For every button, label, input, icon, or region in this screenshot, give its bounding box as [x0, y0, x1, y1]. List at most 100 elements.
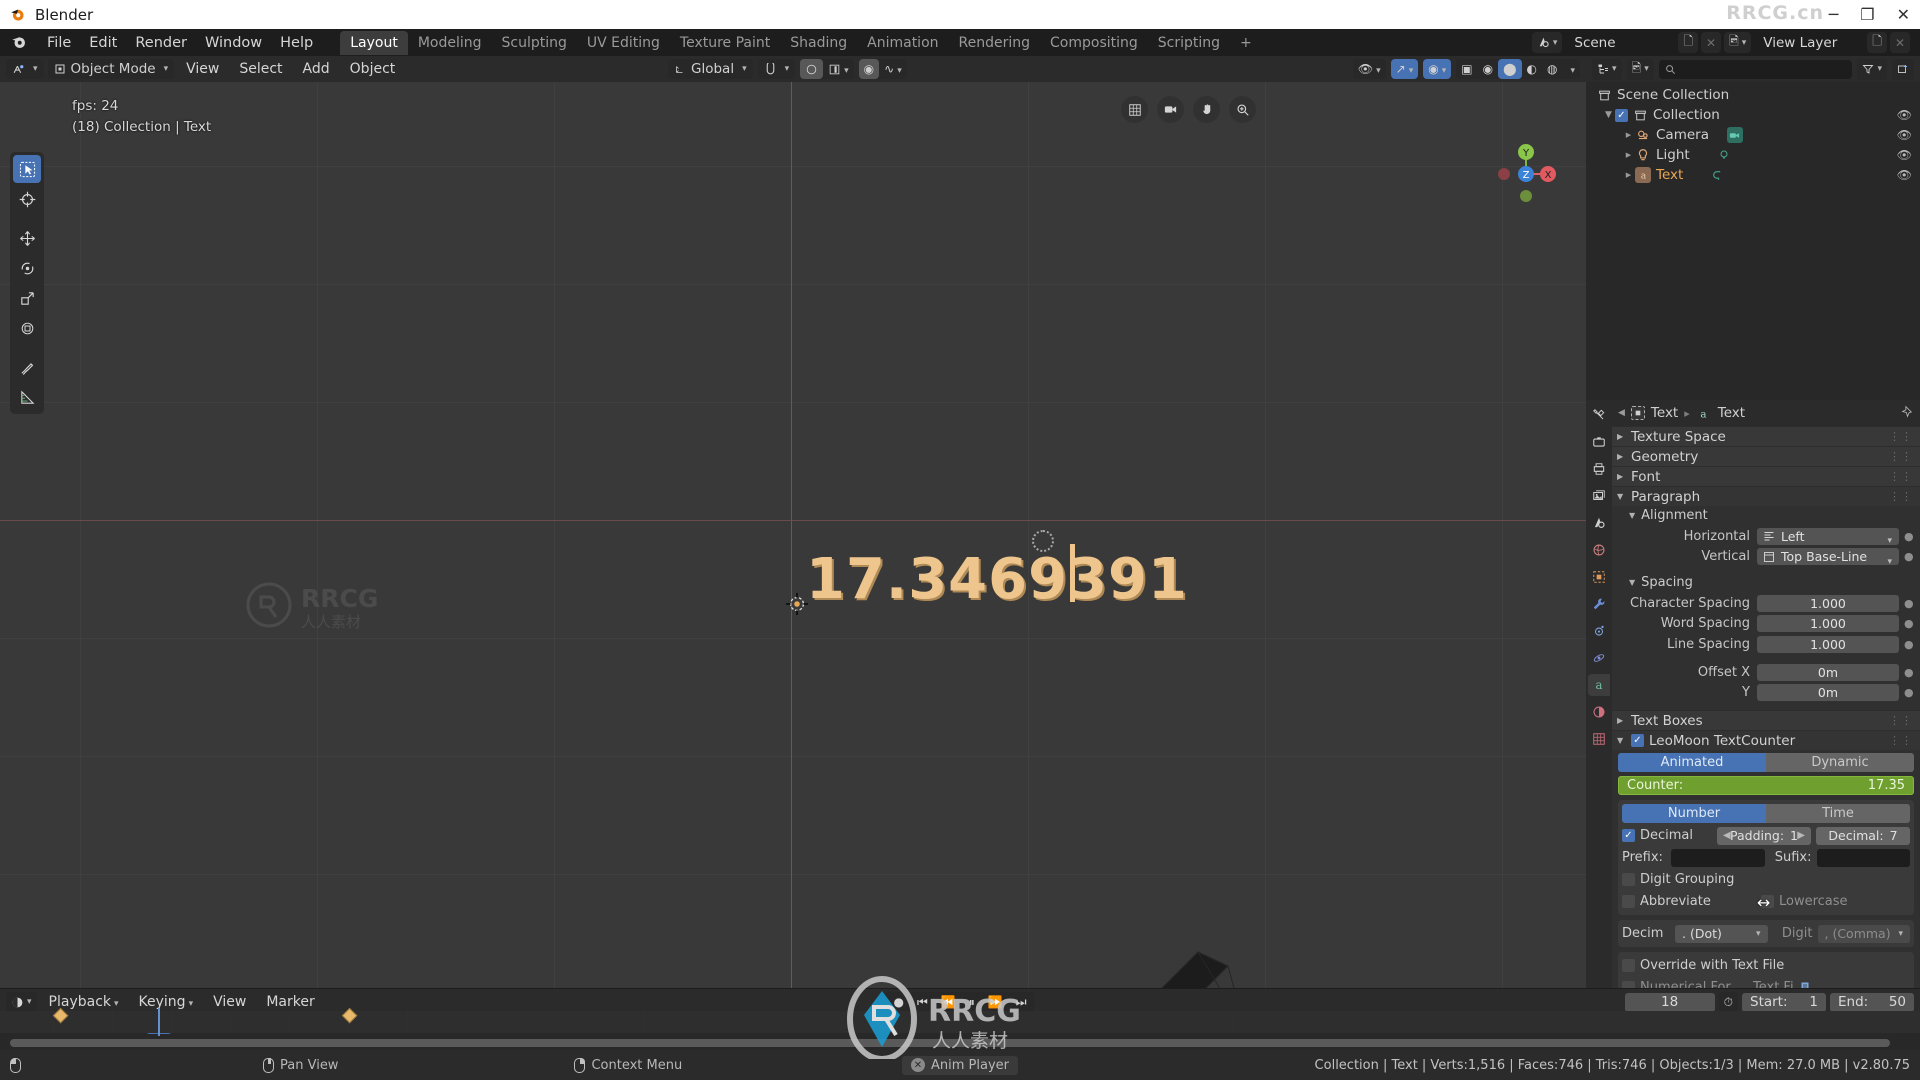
visibility-eye-icon[interactable]: 👁 — [1897, 168, 1912, 182]
jump-end-button[interactable]: ⏭ — [1011, 995, 1032, 1010]
camera-object-wireframe[interactable] — [1150, 944, 1260, 988]
view-axis-gizmo[interactable]: Y X Z — [1486, 134, 1566, 214]
visibility-eye-icon[interactable]: 👁 — [1897, 108, 1912, 122]
object-visibility-icon[interactable]: 👁 — [1353, 59, 1386, 79]
animate-dot-icon[interactable]: ● — [1904, 597, 1914, 610]
outliner-row-text[interactable]: ▶ a Text 👁 — [1586, 165, 1920, 185]
animate-dot-icon[interactable]: ● — [1904, 530, 1914, 543]
snap-magnet-icon[interactable] — [757, 59, 796, 79]
blender-menu-icon[interactable] — [10, 33, 30, 53]
object-tab[interactable] — [1588, 566, 1610, 588]
3d-viewport[interactable]: fps: 24 (18) Collection | Text Y X Z 17.… — [0, 82, 1586, 988]
type-time-button[interactable]: Time — [1766, 804, 1910, 823]
scale-tool[interactable] — [13, 284, 41, 312]
pan-view-icon[interactable] — [1193, 96, 1220, 123]
keyframe-marker[interactable] — [52, 1007, 69, 1024]
viewport-menu-select[interactable]: Select — [231, 59, 290, 79]
timeline-horizontal-scrollbar[interactable] — [10, 1039, 1890, 1047]
workspace-tab-animation[interactable]: Animation — [857, 31, 948, 55]
mode-dynamic-button[interactable]: Dynamic — [1766, 753, 1914, 772]
panel-leomoon-textcounter[interactable]: ▼ ✓ LeoMoon TextCounter ⋮⋮ — [1612, 730, 1920, 750]
snap-falloff-curve-icon[interactable]: ∿ — [879, 59, 907, 79]
workspace-tab-uv-editing[interactable]: UV Editing — [577, 31, 670, 55]
object-data-tab[interactable]: a — [1588, 674, 1610, 696]
rotate-tool[interactable] — [13, 254, 41, 282]
subpanel-spacing[interactable]: ▼ Spacing — [1612, 573, 1920, 592]
annotate-tool[interactable] — [13, 353, 41, 381]
text-object-3d[interactable]: 17.3469391 — [806, 547, 1188, 612]
visibility-eye-icon[interactable]: 👁 — [1897, 128, 1912, 142]
close-button[interactable]: ✕ — [1897, 5, 1910, 24]
breadcrumb-data-name[interactable]: Text — [1718, 405, 1745, 421]
stepper-left-arrow-icon[interactable]: ◀ — [1723, 830, 1731, 841]
texture-tab[interactable] — [1588, 728, 1610, 750]
scene-name-field[interactable]: Scene — [1565, 32, 1676, 53]
minimize-button[interactable]: ─ — [1829, 5, 1839, 24]
timeline-menu-playback[interactable]: Playback — [41, 992, 127, 1012]
view-layer-name-field[interactable]: View Layer — [1754, 32, 1865, 53]
digit-separator-dropdown[interactable]: , (Comma) — [1817, 924, 1910, 943]
viewport-menu-object[interactable]: Object — [342, 59, 404, 79]
outliner-row-camera[interactable]: ▶ Camera 👁 — [1586, 125, 1920, 145]
override-checkbox[interactable] — [1622, 959, 1635, 972]
animate-dot-icon[interactable]: ● — [1904, 666, 1914, 679]
decimal-places-field[interactable]: Decimal: 7 — [1816, 826, 1910, 845]
padding-stepper[interactable]: ◀ Padding: 1 ▶ — [1717, 826, 1811, 845]
panel-paragraph[interactable]: ▼ Paragraph ⋮⋮ — [1612, 486, 1920, 506]
menu-file[interactable]: File — [38, 32, 80, 54]
shading-material-icon[interactable]: ◐ — [1522, 59, 1542, 79]
timeline-menu-view[interactable]: View — [205, 992, 254, 1012]
textcounter-enable-checkbox[interactable]: ✓ — [1631, 734, 1644, 747]
breadcrumb-object-name[interactable]: Text — [1651, 405, 1678, 421]
animate-dot-icon[interactable]: ● — [1904, 617, 1914, 630]
new-collection-icon[interactable] — [1892, 58, 1914, 80]
viewport-menu-view[interactable]: View — [178, 59, 227, 79]
zoom-view-icon[interactable] — [1229, 96, 1256, 123]
view-layer-browse-icon[interactable]: 🖻 — [1724, 32, 1752, 53]
snap-target-icon[interactable]: ◉ — [858, 59, 880, 79]
stepper-right-arrow-icon[interactable]: ▶ — [1797, 830, 1805, 841]
workspace-tab-compositing[interactable]: Compositing — [1040, 31, 1148, 55]
timeline-menu-marker[interactable]: Marker — [258, 992, 322, 1012]
editor-type-icon[interactable] — [6, 59, 44, 79]
pause-button[interactable]: ⏸ — [964, 995, 980, 1010]
workspace-tab-modeling[interactable]: Modeling — [408, 31, 492, 55]
panel-geometry[interactable]: ▶ Geometry ⋮⋮ — [1612, 446, 1920, 466]
text-file-icon[interactable] — [1799, 979, 1811, 988]
disclosure-triangle-icon[interactable]: ▶ — [1622, 131, 1635, 139]
transform-tool[interactable] — [13, 314, 41, 342]
light-data-icon[interactable] — [1716, 147, 1732, 163]
menu-render[interactable]: Render — [126, 32, 196, 54]
subpanel-alignment[interactable]: ▼ Alignment — [1612, 506, 1920, 525]
shading-solid-icon[interactable]: ⬤ — [1498, 59, 1522, 79]
panel-texture-space[interactable]: ▶ Texture Space ⋮⋮ — [1612, 426, 1920, 446]
numerical-format-checkbox[interactable] — [1622, 981, 1635, 988]
measure-tool[interactable] — [13, 383, 41, 411]
tool-tab[interactable] — [1588, 404, 1610, 426]
view-layer-tab[interactable] — [1588, 485, 1610, 507]
camera-view-icon[interactable] — [1157, 96, 1184, 123]
animate-dot-icon[interactable]: ● — [1904, 550, 1914, 563]
delete-scene-icon[interactable]: ✕ — [1701, 32, 1722, 53]
disclosure-triangle-icon[interactable]: ▼ — [1602, 110, 1615, 120]
timeline-keyframe-track[interactable] — [0, 1007, 1920, 1033]
modifier-tab[interactable] — [1588, 593, 1610, 615]
digit-grouping-checkbox[interactable] — [1622, 873, 1635, 886]
world-tab[interactable] — [1588, 539, 1610, 561]
curve-data-icon[interactable] — [1709, 167, 1725, 183]
prefix-input[interactable] — [1671, 848, 1765, 867]
proportional-edit-icon[interactable] — [800, 59, 824, 79]
jump-start-button[interactable]: ⏮ — [912, 995, 933, 1010]
scene-browse-icon[interactable] — [1531, 32, 1563, 53]
outliner-row-light[interactable]: ▶ Light 👁 — [1586, 145, 1920, 165]
move-tool[interactable] — [13, 224, 41, 252]
particles-tab[interactable] — [1588, 620, 1610, 642]
transform-orientation-dropdown[interactable]: Global — [668, 59, 753, 79]
abbreviate-checkbox[interactable] — [1622, 895, 1635, 908]
xray-toggle-icon[interactable]: ▣ — [1456, 59, 1477, 79]
anim-player-status[interactable]: ✕ Anim Player — [902, 1055, 1018, 1075]
menu-window[interactable]: Window — [196, 32, 271, 54]
proportional-falloff-icon[interactable] — [823, 59, 854, 79]
viewport-menu-add[interactable]: Add — [295, 59, 338, 79]
close-icon[interactable]: ✕ — [911, 1058, 925, 1072]
